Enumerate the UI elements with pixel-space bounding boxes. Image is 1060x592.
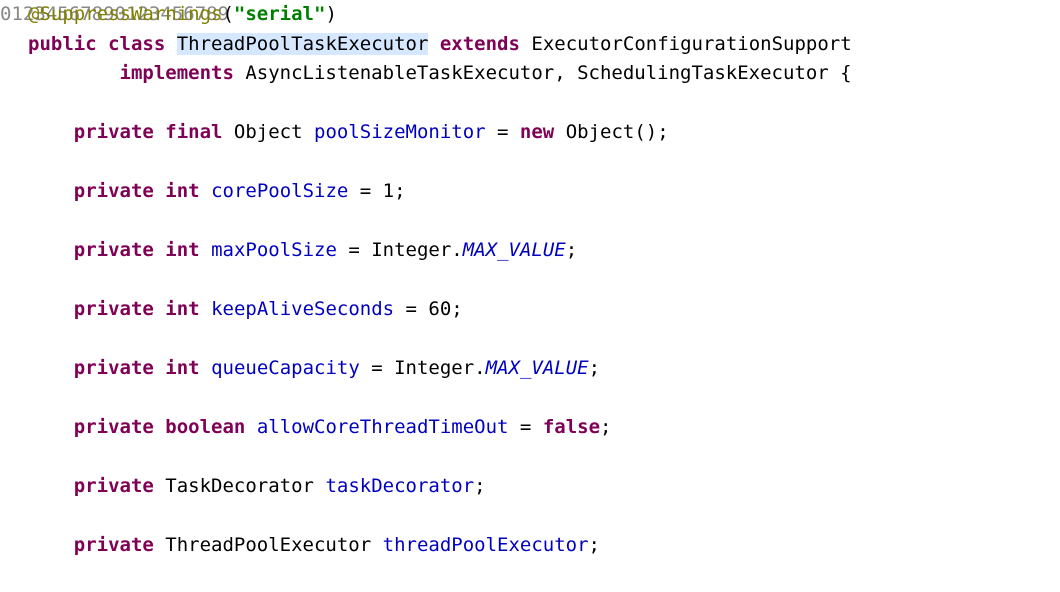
code-token bbox=[28, 298, 74, 320]
code-token: private int bbox=[74, 357, 200, 379]
code-token: TaskDecorator bbox=[154, 475, 326, 497]
code-token: corePoolSize bbox=[211, 180, 348, 202]
code-token: private int bbox=[74, 298, 200, 320]
code-line[interactable] bbox=[28, 384, 1060, 414]
code-token bbox=[200, 298, 211, 320]
code-token bbox=[28, 121, 74, 143]
code-token bbox=[28, 239, 74, 261]
code-token: @SuppressWarnings bbox=[28, 3, 222, 25]
code-token bbox=[28, 475, 74, 497]
code-token: Object(); bbox=[554, 121, 668, 143]
code-line[interactable]: private int maxPoolSize = Integer.MAX_VA… bbox=[28, 236, 1060, 266]
code-line[interactable]: public class ThreadPoolTaskExecutor exte… bbox=[28, 30, 1060, 60]
code-line[interactable]: implements AsyncListenableTaskExecutor, … bbox=[28, 59, 1060, 89]
code-token: ThreadPoolTaskExecutor bbox=[177, 33, 429, 55]
code-token bbox=[28, 62, 120, 84]
code-token: = bbox=[486, 121, 520, 143]
code-token: public class bbox=[28, 33, 165, 55]
code-token: ThreadPoolExecutor bbox=[154, 534, 383, 556]
code-token: ( bbox=[222, 3, 233, 25]
code-line[interactable] bbox=[28, 502, 1060, 532]
code-token: ; bbox=[600, 416, 611, 438]
code-line[interactable]: private TaskDecorator taskDecorator; bbox=[28, 472, 1060, 502]
code-token: private bbox=[74, 475, 154, 497]
code-token bbox=[245, 416, 256, 438]
code-token: ; bbox=[589, 357, 600, 379]
code-token: ; bbox=[566, 239, 577, 261]
code-token: extends bbox=[440, 33, 520, 55]
code-token: Object bbox=[222, 121, 314, 143]
code-token: = 60; bbox=[394, 298, 463, 320]
line-number: 0 bbox=[0, 3, 11, 25]
code-token: = Integer. bbox=[337, 239, 463, 261]
code-line[interactable]: private boolean allowCoreThreadTimeOut =… bbox=[28, 413, 1060, 443]
code-token: private boolean bbox=[74, 416, 246, 438]
code-line[interactable] bbox=[28, 443, 1060, 473]
code-token: private int bbox=[74, 180, 200, 202]
code-token: MAX_VALUE bbox=[486, 357, 589, 379]
line-number-gutter: 01234567890123456789 bbox=[0, 0, 18, 592]
code-line[interactable] bbox=[28, 266, 1060, 296]
code-token: ) bbox=[325, 3, 336, 25]
code-token: maxPoolSize bbox=[211, 239, 337, 261]
code-token: = 1; bbox=[348, 180, 405, 202]
code-token: implements bbox=[120, 62, 234, 84]
code-line[interactable] bbox=[28, 89, 1060, 119]
code-token: AsyncListenableTaskExecutor, SchedulingT… bbox=[234, 62, 852, 84]
code-line[interactable] bbox=[28, 148, 1060, 178]
code-token bbox=[28, 357, 74, 379]
code-token: false bbox=[543, 416, 600, 438]
code-token: allowCoreThreadTimeOut bbox=[257, 416, 509, 438]
code-token: taskDecorator bbox=[325, 475, 474, 497]
code-token bbox=[200, 357, 211, 379]
code-token: private int bbox=[74, 239, 200, 261]
code-token bbox=[200, 239, 211, 261]
code-editor-area[interactable]: @SuppressWarnings("serial")public class … bbox=[18, 0, 1060, 592]
code-token: = bbox=[508, 416, 542, 438]
code-token bbox=[28, 534, 74, 556]
code-token bbox=[28, 416, 74, 438]
code-token bbox=[200, 180, 211, 202]
code-line[interactable]: private int queueCapacity = Integer.MAX_… bbox=[28, 354, 1060, 384]
code-line[interactable]: private ThreadPoolExecutor threadPoolExe… bbox=[28, 531, 1060, 561]
code-token: = Integer. bbox=[360, 357, 486, 379]
code-line[interactable] bbox=[28, 325, 1060, 355]
code-token: ExecutorConfigurationSupport bbox=[520, 33, 852, 55]
code-line[interactable] bbox=[28, 561, 1060, 591]
code-line[interactable]: private int corePoolSize = 1; bbox=[28, 177, 1060, 207]
code-token: "serial" bbox=[234, 3, 326, 25]
code-token bbox=[165, 33, 176, 55]
code-token: private bbox=[74, 534, 154, 556]
code-token bbox=[428, 33, 439, 55]
code-token: ; bbox=[589, 534, 600, 556]
code-line[interactable]: @SuppressWarnings("serial") bbox=[28, 0, 1060, 30]
code-token: threadPoolExecutor bbox=[383, 534, 589, 556]
code-token: queueCapacity bbox=[211, 357, 360, 379]
code-line[interactable]: private final Object poolSizeMonitor = n… bbox=[28, 118, 1060, 148]
code-token: MAX_VALUE bbox=[463, 239, 566, 261]
code-token: poolSizeMonitor bbox=[314, 121, 486, 143]
code-token: private final bbox=[74, 121, 223, 143]
code-token: keepAliveSeconds bbox=[211, 298, 394, 320]
code-token bbox=[28, 180, 74, 202]
code-line[interactable]: private int keepAliveSeconds = 60; bbox=[28, 295, 1060, 325]
code-token: ; bbox=[474, 475, 485, 497]
code-token: new bbox=[520, 121, 554, 143]
code-line[interactable] bbox=[28, 207, 1060, 237]
